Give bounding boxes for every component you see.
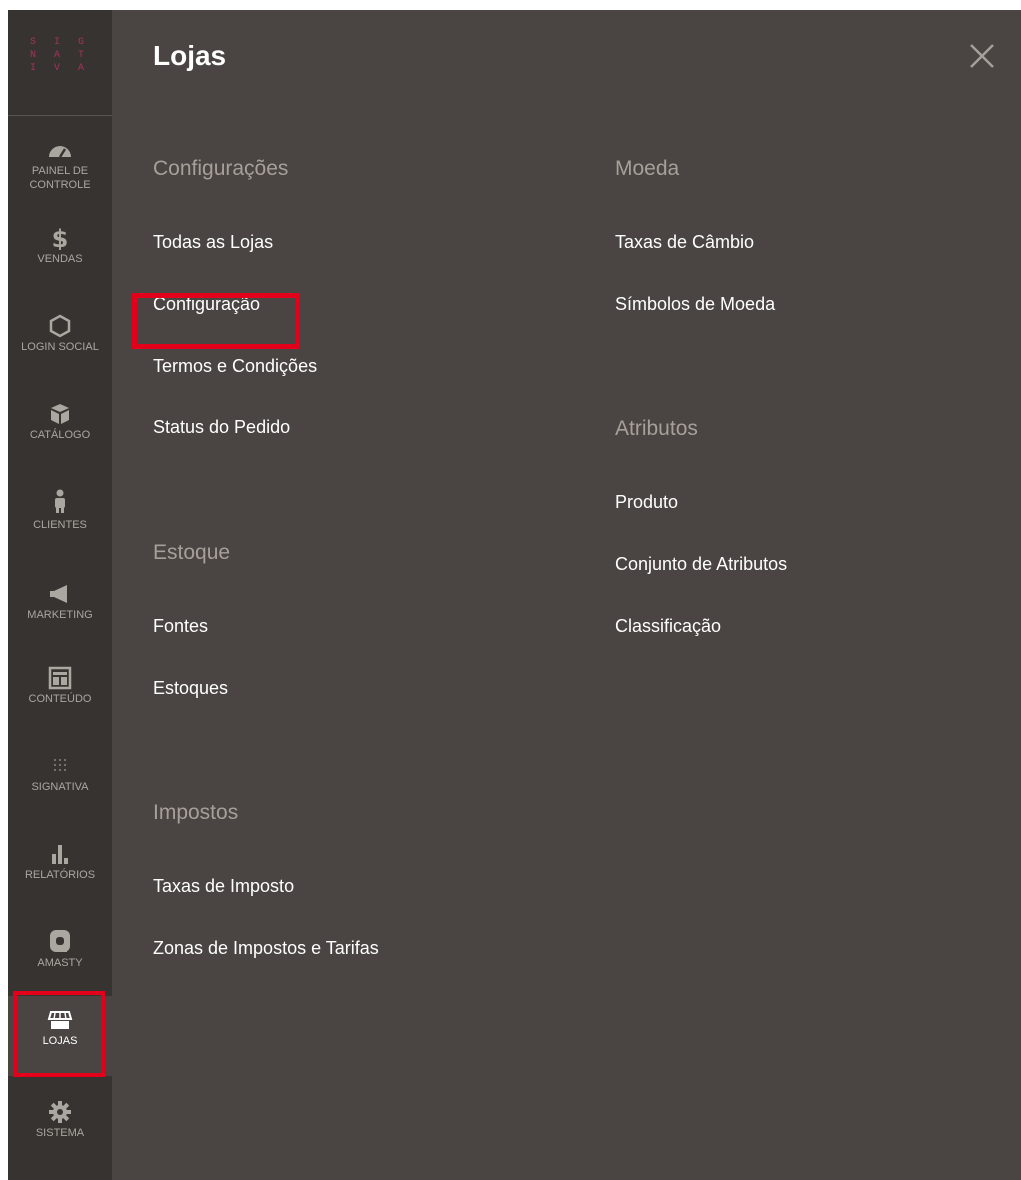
dots-grid-icon bbox=[54, 759, 66, 771]
logo-grid: S I G N A T I V A bbox=[30, 36, 90, 75]
sidebar-item-sistema[interactable]: SISTEMA bbox=[8, 1100, 112, 1140]
gear-icon bbox=[49, 1101, 71, 1123]
hexagon-icon bbox=[49, 314, 71, 338]
logo-row: S I G bbox=[30, 37, 91, 48]
link-taxas-de-cambio[interactable]: Taxas de Câmbio bbox=[615, 232, 754, 253]
sidebar-item-label: PAINEL DE bbox=[31, 165, 89, 177]
dollar-icon: $ bbox=[52, 226, 69, 250]
sidebar-item-label: AMASTY bbox=[37, 957, 83, 969]
group-title-impostos: Impostos bbox=[153, 801, 239, 824]
logo-row: N A T bbox=[30, 50, 91, 61]
link-taxas-de-imposto[interactable]: Taxas de Imposto bbox=[153, 876, 294, 897]
bar-chart-icon bbox=[52, 845, 68, 864]
sidebar-item-login-social[interactable]: LOGIN SOCIAL bbox=[8, 314, 112, 354]
link-produto[interactable]: Produto bbox=[615, 492, 678, 513]
sidebar-item-signativa[interactable]: SIGNATIVA bbox=[8, 754, 112, 794]
sidebar-item-label: SIGNATIVA bbox=[31, 781, 89, 793]
sidebar-item-label: CONTROLE bbox=[29, 179, 91, 191]
sidebar-item-label: MARKETING bbox=[27, 609, 93, 621]
sidebar-item-dashboard[interactable]: PAINEL DE CONTROLE bbox=[8, 138, 112, 192]
person-icon bbox=[55, 489, 65, 513]
dashboard-icon bbox=[49, 146, 71, 158]
highlight-box-lojas bbox=[13, 991, 105, 1077]
link-simbolos-de-moeda[interactable]: Símbolos de Moeda bbox=[615, 294, 775, 315]
stores-submenu-panel: Lojas Configurações Todas as Lojas Confi… bbox=[112, 10, 1021, 1180]
amasty-icon bbox=[50, 930, 70, 952]
sidebar-item-label: VENDAS bbox=[37, 253, 83, 265]
sidebar-item-relatorios[interactable]: RELATÓRIOS bbox=[8, 842, 112, 882]
megaphone-icon bbox=[50, 585, 67, 603]
sidebar-item-label: RELATÓRIOS bbox=[24, 869, 96, 881]
link-estoques[interactable]: Estoques bbox=[153, 678, 228, 699]
signativa-logo[interactable]: S I G N A T I V A bbox=[8, 10, 112, 116]
layout-icon bbox=[48, 666, 72, 690]
group-title-atributos: Atributos bbox=[615, 417, 698, 440]
link-status-do-pedido[interactable]: Status do Pedido bbox=[153, 417, 290, 438]
link-todas-as-lojas[interactable]: Todas as Lojas bbox=[153, 232, 273, 253]
page-title: Lojas bbox=[153, 40, 227, 71]
sidebar-item-label: LOGIN SOCIAL bbox=[21, 341, 99, 353]
svg-text:$: $ bbox=[52, 226, 69, 250]
link-zonas-de-impostos-e-tarifas[interactable]: Zonas de Impostos e Tarifas bbox=[153, 938, 379, 959]
group-title-estoque: Estoque bbox=[153, 541, 231, 564]
sidebar-item-label: CLIENTES bbox=[33, 519, 87, 531]
sidebar-item-label: CONTEÚDO bbox=[28, 693, 92, 705]
sidebar-item-catalogo[interactable]: CATÁLOGO bbox=[8, 402, 112, 442]
highlight-box-configuracao bbox=[132, 293, 300, 349]
sidebar-item-amasty[interactable]: AMASTY bbox=[8, 926, 112, 970]
link-termos-e-condicoes[interactable]: Termos e Condições bbox=[153, 356, 317, 377]
group-title-configuracoes: Configurações bbox=[153, 157, 289, 180]
sidebar-item-label: SISTEMA bbox=[35, 1127, 85, 1139]
sidebar-item-vendas[interactable]: $ VENDAS bbox=[8, 226, 112, 266]
sidebar-item-label: CATÁLOGO bbox=[29, 429, 91, 441]
link-classificacao[interactable]: Classificação bbox=[615, 616, 721, 637]
sidebar-item-clientes[interactable]: CLIENTES bbox=[8, 486, 112, 532]
link-fontes[interactable]: Fontes bbox=[153, 616, 208, 637]
logo-row: I V A bbox=[30, 63, 91, 74]
sidebar-item-marketing[interactable]: MARKETING bbox=[8, 582, 112, 622]
group-title-moeda: Moeda bbox=[615, 157, 680, 180]
link-conjunto-de-atributos[interactable]: Conjunto de Atributos bbox=[615, 554, 787, 575]
sidebar-item-conteudo[interactable]: CONTEÚDO bbox=[8, 666, 112, 706]
box-icon bbox=[51, 404, 69, 424]
close-icon[interactable] bbox=[966, 40, 998, 72]
